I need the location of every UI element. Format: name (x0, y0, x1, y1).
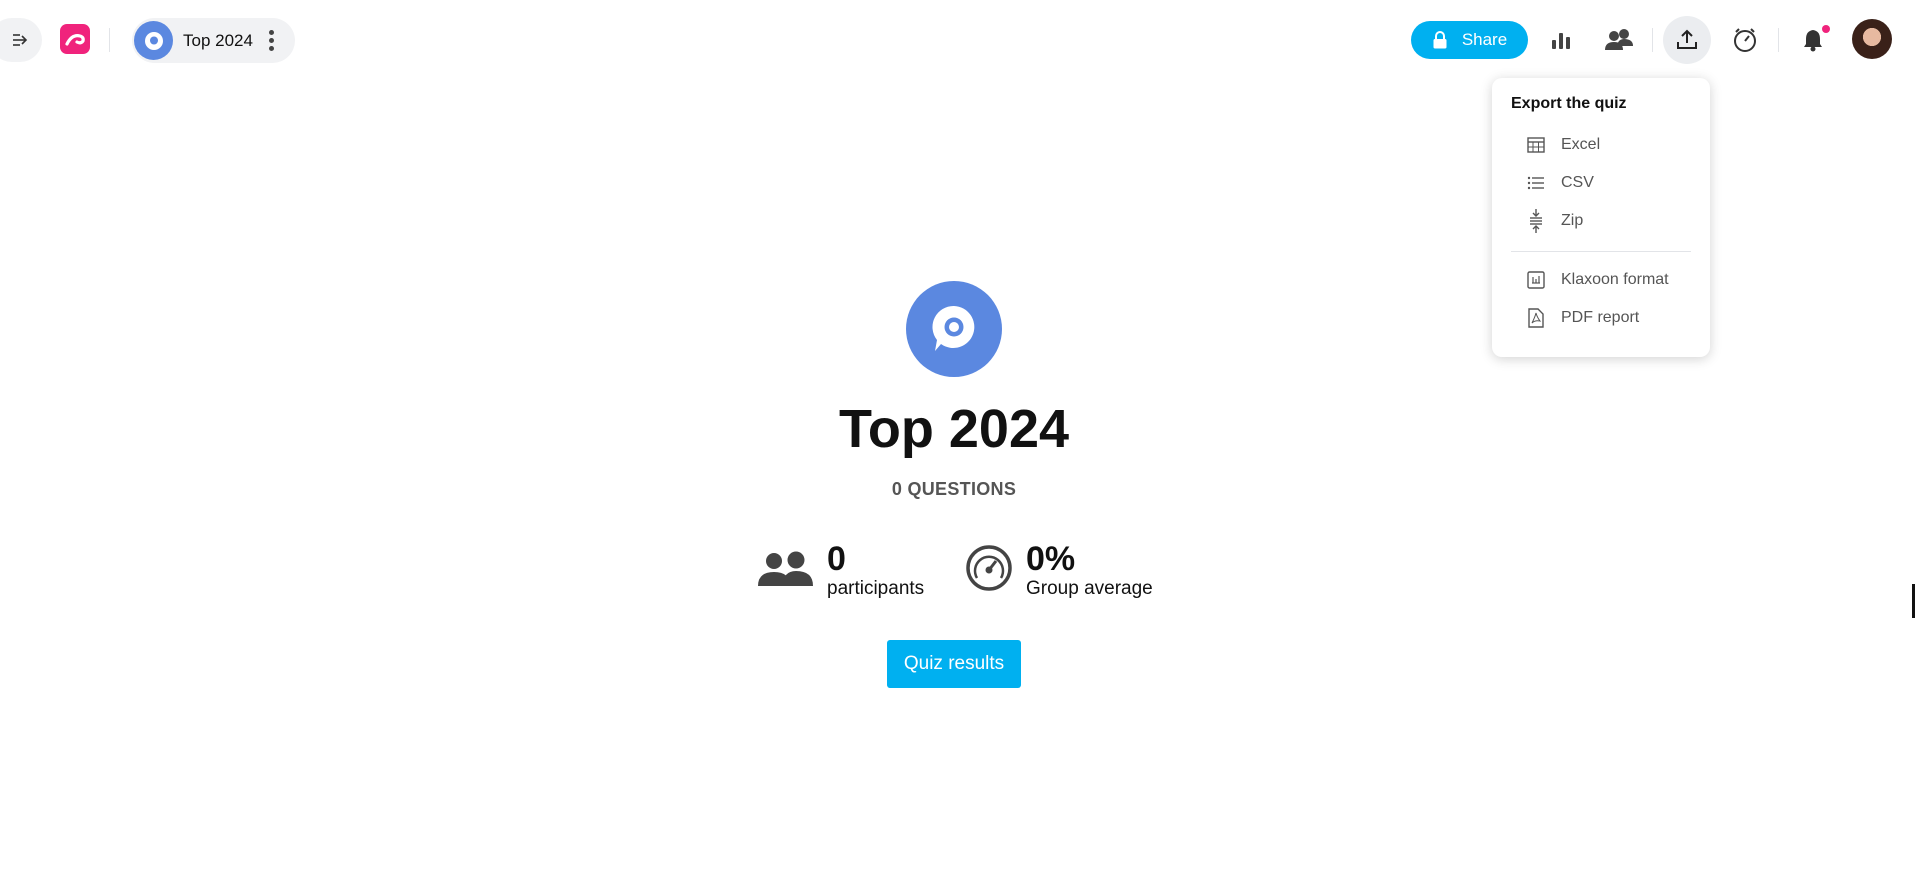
more-options-icon[interactable] (268, 30, 274, 51)
export-csv-item[interactable]: CSV (1492, 168, 1710, 198)
timer-button[interactable] (1725, 20, 1765, 60)
lock-icon (1433, 31, 1447, 49)
group-average-value: 0% (1026, 540, 1076, 578)
bell-icon (1804, 30, 1822, 52)
question-count: 0 QUESTIONS (891, 479, 1017, 499)
divider (1778, 28, 1779, 52)
users-icon (1605, 29, 1633, 50)
timer-icon (1734, 28, 1756, 52)
upload-icon[interactable] (1667, 20, 1707, 60)
export-excel-item[interactable]: Excel (1492, 130, 1710, 160)
participants-button[interactable] (1599, 20, 1639, 60)
quiz-title-pill[interactable]: Top 2024 (132, 18, 295, 63)
export-zip-item[interactable]: Zip (1492, 206, 1710, 236)
table-icon (1526, 135, 1546, 155)
export-pdf-item[interactable]: PDF report (1492, 303, 1710, 333)
participants-stat: 0 participants (757, 540, 924, 600)
export-klaxoon-label: Klaxoon format (1561, 271, 1669, 288)
participants-icon (758, 551, 813, 586)
group-average-label: Group average (1026, 578, 1153, 599)
quiz-title: Top 2024 (183, 30, 253, 50)
expand-sidebar-button[interactable] (0, 18, 42, 62)
expand-sidebar-icon (13, 34, 28, 46)
list-icon (1526, 173, 1546, 193)
klaxoon-logo-icon[interactable] (60, 24, 90, 54)
notification-badge (1822, 25, 1830, 33)
quiz-icon (906, 281, 1002, 377)
export-klaxoon-item[interactable]: Klaxoon format (1492, 265, 1710, 295)
zip-icon (1526, 209, 1546, 233)
export-csv-label: CSV (1561, 174, 1594, 191)
divider (1652, 28, 1653, 52)
export-menu: Export the quiz Excel CSV Zip Klaxoon fo… (1492, 78, 1710, 357)
pdf-icon (1526, 308, 1546, 328)
statistics-button[interactable] (1541, 20, 1581, 60)
group-average-stat: 0% Group average (965, 540, 1153, 600)
export-pdf-label: PDF report (1561, 309, 1640, 326)
top-bar: Top 2024 Share (0, 0, 1915, 80)
export-menu-title: Export the quiz (1511, 95, 1627, 112)
export-zip-label: Zip (1561, 212, 1584, 229)
participants-count: 0 (827, 540, 846, 578)
share-label: Share (1461, 30, 1508, 49)
divider (109, 28, 110, 52)
gauge-icon (966, 545, 1012, 591)
menu-divider (1511, 251, 1691, 252)
export-excel-label: Excel (1561, 136, 1601, 153)
participants-label: participants (827, 578, 925, 599)
klaxoon-file-icon (1526, 270, 1546, 290)
share-button[interactable]: Share (1411, 21, 1528, 59)
bar-chart-icon (1552, 33, 1570, 49)
user-avatar[interactable] (1852, 19, 1892, 59)
quiz-results-button[interactable]: Quiz results (887, 640, 1021, 688)
quiz-title-heading: Top 2024 (838, 399, 1070, 459)
quiz-avatar-icon (134, 21, 173, 60)
